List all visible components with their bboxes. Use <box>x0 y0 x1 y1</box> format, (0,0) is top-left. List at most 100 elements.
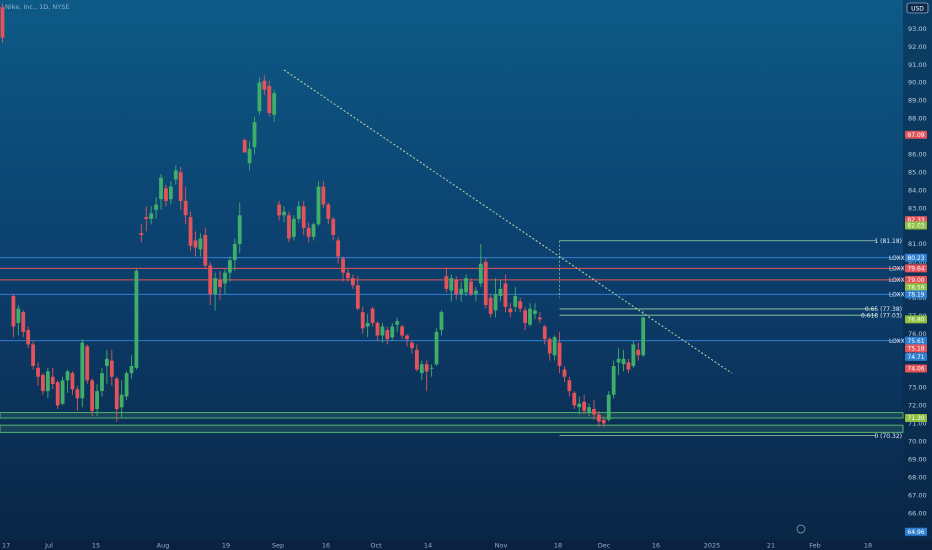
x-tick-label: Feb <box>809 542 821 550</box>
candle[interactable] <box>316 181 321 227</box>
candle-body <box>301 206 306 228</box>
candle[interactable] <box>631 340 636 368</box>
price-badge-text: 75.61 <box>907 338 924 345</box>
candle[interactable] <box>0 3 5 44</box>
candle-body <box>31 344 35 366</box>
price-badge: 75.61 <box>905 336 927 345</box>
support-zone[interactable] <box>0 412 904 419</box>
price-badge: 71.30 <box>905 414 927 422</box>
candle-body <box>0 7 5 38</box>
candle-body <box>321 186 326 205</box>
horizontal-line-label: LOXX <box>889 266 905 273</box>
candle-body <box>228 260 232 273</box>
price-badge: 79.00 <box>905 275 927 284</box>
candle-body <box>464 278 468 293</box>
y-tick-label: 73.00 <box>908 384 927 392</box>
candle-body <box>291 218 296 237</box>
candle[interactable] <box>611 360 616 399</box>
candle[interactable] <box>291 215 296 241</box>
time-axis[interactable] <box>0 540 932 550</box>
currency-label[interactable]: USD <box>911 6 924 13</box>
candle-body <box>232 243 237 261</box>
candle[interactable] <box>60 376 65 406</box>
price-badge: 82.03 <box>905 221 927 230</box>
candle-body <box>129 365 134 374</box>
candle[interactable] <box>242 138 247 153</box>
price-badge: 75.18 <box>905 344 927 352</box>
candle-body <box>533 310 537 314</box>
candle-body <box>11 296 16 327</box>
candle[interactable] <box>80 339 85 408</box>
y-tick-label: 91.00 <box>908 61 927 69</box>
candle-body <box>355 285 360 309</box>
candle-body <box>380 326 385 336</box>
candle-body <box>626 362 631 370</box>
price-badge: 64.96 <box>905 527 927 536</box>
candle-body <box>90 380 95 411</box>
candle[interactable] <box>90 378 95 417</box>
candle-body <box>85 346 90 381</box>
candle-body <box>351 278 355 286</box>
x-tick-label: Oct <box>370 542 382 550</box>
candle[interactable] <box>287 211 291 243</box>
candle[interactable] <box>267 80 272 117</box>
y-tick-label: 84.00 <box>908 186 927 194</box>
candle-body <box>385 330 390 340</box>
y-tick-label: 90.00 <box>908 79 927 87</box>
candle-body <box>360 312 365 329</box>
candle-body <box>336 240 341 257</box>
candle-body <box>390 326 395 338</box>
candle[interactable] <box>134 269 139 370</box>
y-tick-label: 68.00 <box>908 473 927 481</box>
y-tick-label: 81.00 <box>908 240 927 248</box>
chart: LOXX LOXX LOXX LOXX LOXX 1 (81.18) 0.65 (77.3… <box>0 0 932 550</box>
x-tick-label: Sep <box>272 542 284 550</box>
candle-body <box>365 322 370 327</box>
candle-body <box>50 376 55 384</box>
candle[interactable] <box>31 340 35 370</box>
candle[interactable] <box>188 211 193 252</box>
candle-body <box>188 217 193 246</box>
price-badge-text: 78.59 <box>907 284 924 291</box>
candle-body <box>173 170 178 180</box>
candle[interactable] <box>257 77 262 115</box>
candle-body <box>405 335 409 340</box>
y-tick-label: 69.00 <box>908 455 927 463</box>
candle[interactable] <box>124 371 129 401</box>
candle[interactable] <box>483 258 488 309</box>
candle-body <box>41 374 45 392</box>
candle-body <box>208 265 213 295</box>
candle-body <box>287 215 291 239</box>
y-tick-label: 93.00 <box>908 25 927 33</box>
candle-body <box>582 401 587 411</box>
price-badge-text: 64.96 <box>907 529 924 536</box>
y-tick-label: 83.00 <box>908 204 927 212</box>
candle-body <box>611 365 616 395</box>
candle[interactable] <box>55 380 60 410</box>
candle[interactable] <box>606 391 611 422</box>
x-tick-label: 14 <box>424 542 432 550</box>
fib-level-label: 1 (81.18) <box>874 238 902 245</box>
candle-body <box>444 276 449 289</box>
candle-body <box>124 373 129 397</box>
candle[interactable] <box>85 344 90 384</box>
price-badge-text: 74.71 <box>907 354 924 361</box>
candle[interactable] <box>434 328 439 366</box>
candle-body <box>144 217 149 219</box>
candle-body <box>296 206 301 219</box>
candle-body <box>262 80 267 90</box>
candle-body <box>223 272 227 284</box>
candle-body <box>395 321 400 325</box>
y-tick-label: 85.00 <box>908 168 927 176</box>
candle-body <box>528 308 532 325</box>
candle-body <box>70 373 75 390</box>
candle-body <box>621 358 626 365</box>
candle-body <box>503 283 508 307</box>
candle-body <box>237 215 242 244</box>
candle-body <box>542 326 547 340</box>
candle-body <box>498 288 503 297</box>
candle-body <box>316 186 321 225</box>
candle-body <box>16 308 21 323</box>
candle-body <box>154 204 158 210</box>
support-zone[interactable] <box>0 424 904 433</box>
